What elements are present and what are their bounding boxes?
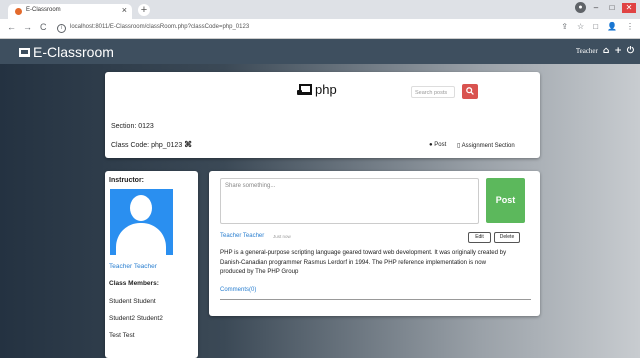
main-content: php Search posts Section: 0123 Class Cod… xyxy=(0,64,640,358)
brand-name: E-Classroom xyxy=(33,44,114,60)
brand-link[interactable]: E-Classroom xyxy=(19,44,114,60)
member-item: Student2 Student2 xyxy=(109,315,163,322)
class-code-text: Class Code: php_0123 xyxy=(111,142,183,149)
navbar-right: Teacher ⌂ + ⏻ xyxy=(576,46,634,56)
bookmark-star-icon[interactable]: ☆ xyxy=(577,22,584,31)
search-input[interactable]: Search posts xyxy=(411,86,455,98)
menu-kebab-icon[interactable]: ⋮ xyxy=(626,22,634,31)
reload-icon[interactable]: C xyxy=(40,22,47,32)
favicon-icon xyxy=(15,8,22,15)
edit-post-button[interactable]: Edit xyxy=(468,232,491,243)
close-window-button[interactable]: ✕ xyxy=(622,2,636,13)
feed-card: Share something... Post Teacher Teacher … xyxy=(209,171,540,316)
profile-avatar-icon[interactable]: ● xyxy=(575,2,586,13)
post-link[interactable]: ● Post xyxy=(429,142,446,148)
new-tab-button[interactable]: + xyxy=(138,4,150,16)
tab-search-icon[interactable]: □ xyxy=(593,22,598,31)
class-subject: php xyxy=(315,82,337,97)
maximize-button[interactable]: □ xyxy=(606,3,618,13)
people-card: Instructor: Teacher Teacher Class Member… xyxy=(105,171,198,358)
class-title: php xyxy=(297,82,337,97)
avatar-head-shape xyxy=(130,195,152,221)
member-item: Test Test xyxy=(109,332,135,339)
instructor-label: Instructor: xyxy=(109,177,144,184)
class-code-label: Class Code: php_0123 ⌘ xyxy=(111,140,192,149)
search-button[interactable] xyxy=(462,84,478,99)
post-button[interactable]: Post xyxy=(486,178,525,223)
post-divider xyxy=(220,299,531,300)
monitor-icon xyxy=(19,47,30,57)
home-icon[interactable]: ⌂ xyxy=(603,46,609,56)
browser-tab-bar: E-Classroom × + ● – □ ✕ xyxy=(0,0,640,19)
section-label: Section: 0123 xyxy=(111,123,154,130)
post-author-link[interactable]: Teacher Teacher xyxy=(220,233,264,239)
class-header-card: php Search posts Section: 0123 Class Cod… xyxy=(105,72,540,158)
delete-post-button[interactable]: Delete xyxy=(494,232,520,243)
back-icon[interactable]: ← xyxy=(7,22,16,32)
member-item: Student Student xyxy=(109,298,156,305)
window-controls: ● – □ ✕ xyxy=(575,2,636,13)
account-icon[interactable]: 👤 xyxy=(607,22,617,31)
assignment-section-link[interactable]: ▯ Assignment Section xyxy=(457,142,515,149)
user-name: Teacher xyxy=(575,47,598,55)
instructor-avatar xyxy=(110,189,173,255)
share-icon[interactable]: ⇪ xyxy=(561,22,568,31)
forward-icon[interactable]: → xyxy=(23,22,32,32)
avatar-body-shape xyxy=(116,223,166,255)
tab-title: E-Classroom xyxy=(26,7,61,13)
app-navbar: E-Classroom Teacher ⌂ + ⏻ xyxy=(0,39,640,64)
post-body: PHP is a general-purpose scripting langu… xyxy=(220,249,507,275)
site-info-icon[interactable]: i xyxy=(57,24,66,33)
assignment-link-label: Assignment Section xyxy=(461,143,515,149)
instructor-name-link[interactable]: Teacher Teacher xyxy=(109,263,157,270)
document-icon: ▯ xyxy=(457,143,461,149)
qr-code-icon[interactable]: ⌘ xyxy=(184,140,192,149)
post-link-label: Post xyxy=(434,142,447,148)
tab-close-icon[interactable]: × xyxy=(122,5,127,15)
post-timestamp: Just now xyxy=(273,234,291,239)
class-members-label: Class Members: xyxy=(109,280,159,287)
post-circle-icon: ● xyxy=(429,142,433,148)
logout-icon[interactable]: ⏻ xyxy=(627,46,634,56)
share-textarea[interactable]: Share something... xyxy=(220,178,479,224)
comments-link[interactable]: Comments(0) xyxy=(220,287,256,293)
address-bar: ← → C i localhost:8011/E-Classroom/class… xyxy=(0,19,640,39)
search-icon xyxy=(466,87,474,95)
class-monitor-icon xyxy=(297,84,312,95)
url-field[interactable]: localhost:8011/E-Classroom/classRoom.php… xyxy=(70,24,249,30)
minimize-button[interactable]: – xyxy=(590,3,602,13)
browser-toolbar-icons: ⇪ ☆ □ 👤 ⋮ xyxy=(561,22,634,31)
browser-tab[interactable]: E-Classroom × xyxy=(8,4,132,19)
add-class-icon[interactable]: + xyxy=(614,46,622,56)
